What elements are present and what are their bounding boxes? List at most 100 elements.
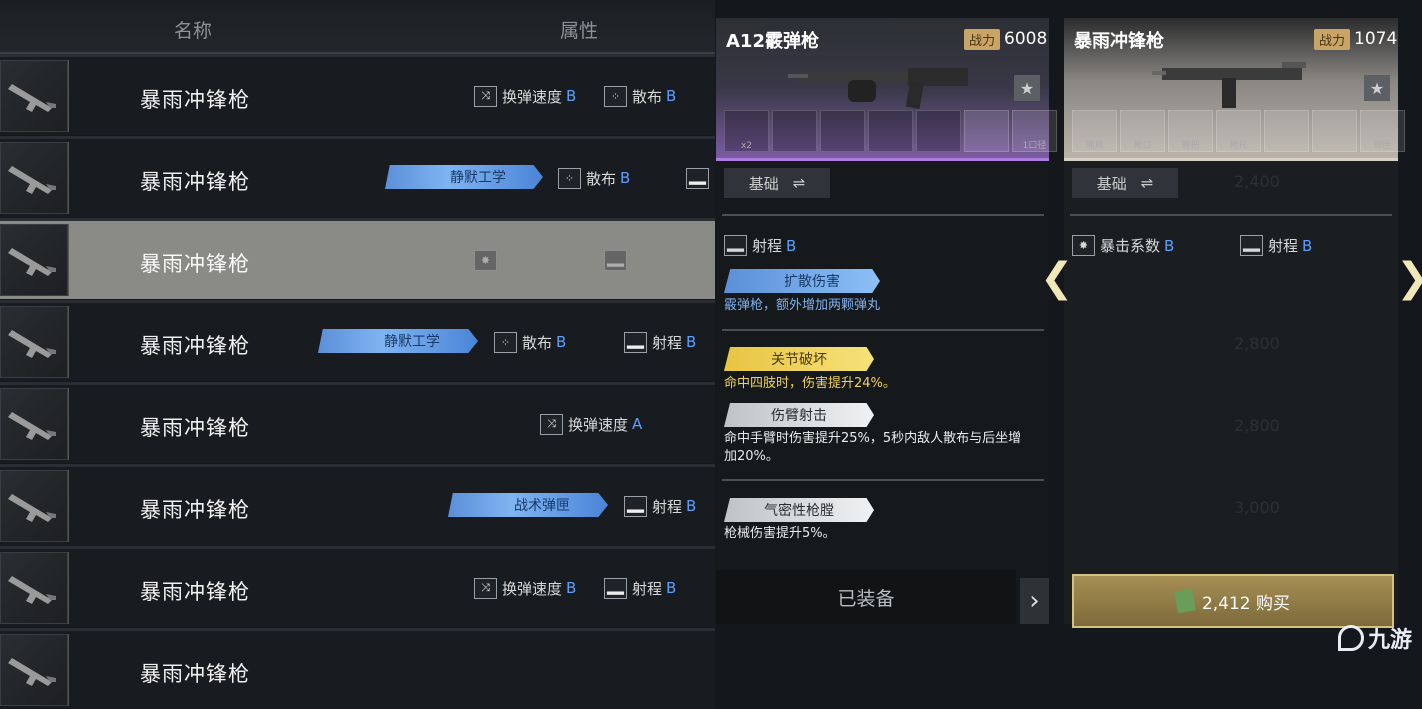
next-arrow-button[interactable]: ❯ (1396, 255, 1422, 301)
attachment-slot[interactable]: 握把 (1168, 110, 1213, 152)
stat-crit: ✸ 暴击系数 B (1072, 235, 1174, 256)
smg-thumbnail-icon (8, 576, 56, 604)
attribute-icon: ⁘ (558, 167, 581, 189)
divider (1070, 214, 1392, 216)
attachment-slot[interactable] (916, 110, 961, 152)
equipped-weapon-panel: A12霰弹枪 战力 6008 ★ x2 1口径 基础 ⇌ ▂▂ 射程 B 扩散伤害 霰… (716, 18, 1057, 624)
basic-toggle-button[interactable]: 基础 ⇌ (724, 168, 830, 198)
perk-tag: 静默工学 (385, 165, 543, 189)
weapon-name: 暴雨冲锋枪 (140, 580, 250, 604)
attachment-slot[interactable] (964, 110, 1009, 152)
panel-next-button[interactable]: › (1020, 578, 1049, 624)
divider (722, 479, 1044, 481)
bg-price: 2,800 (1234, 334, 1280, 353)
swap-icon: ⇌ (792, 174, 806, 192)
watermark-logo: 九游 (1338, 622, 1412, 654)
perk-joint-break: 关节破坏 (724, 347, 874, 371)
attachment-slot[interactable] (868, 110, 913, 152)
power-rating: 战力 1074 (1314, 28, 1397, 50)
perk-spread-damage-desc: 霰弹枪，额外增加两颗弹丸 (724, 298, 881, 313)
weapon-thumbnail (0, 306, 69, 378)
attachment-slot[interactable]: 弹匣 (1360, 110, 1405, 152)
divider (722, 329, 1044, 331)
perk-arm-shot: 伤臂射击 (724, 403, 874, 427)
range-icon: ▂▂ (724, 235, 747, 256)
weapon-row[interactable]: 暴雨冲锋枪 静默工学 ⁘ 散布 B ▂▂ (0, 136, 715, 217)
attribute-icon: ▂▂ (604, 577, 627, 599)
weapon-card-header: A12霰弹枪 战力 6008 ★ x2 1口径 (716, 18, 1057, 161)
attribute-icon: ⁘ (604, 85, 627, 107)
smg-thumbnail-icon (8, 330, 56, 358)
attachment-slot[interactable]: 1口径 (1012, 110, 1057, 152)
attribute-icon: ▂▂ (686, 167, 709, 189)
basic-toggle-button[interactable]: 基础 ⇌ (1072, 168, 1178, 198)
perk-tag: 静默工学 (318, 329, 478, 353)
weapon-row[interactable]: 暴雨冲锋枪 静默工学 ⁘ 散布 B ▂▂ 射程 B (0, 300, 715, 381)
attribute-icon: ⤨ (474, 577, 497, 599)
equipped-status: 已装备 (716, 570, 1016, 624)
shotgun-image (788, 68, 968, 110)
attribute-icon: ▂▂ (624, 331, 647, 353)
attachment-slot[interactable]: 瞄具 (1072, 110, 1117, 152)
stat-range: ▂▂ 射程 B (724, 235, 796, 256)
smg-thumbnail-icon (8, 412, 56, 440)
buy-button[interactable]: 2,412 购买 (1072, 574, 1394, 628)
weapon-row-selected[interactable]: 暴雨冲锋枪 ✸ ▂▂ (0, 218, 715, 299)
power-value: 6008 (1004, 29, 1048, 49)
attribute-tag: ▂▂ (686, 167, 714, 189)
attribute-tag: ▂▂ 射程 B (624, 331, 696, 353)
attribute-tag: ▂▂ 射程 B (624, 495, 696, 517)
attribute-tag: ▂▂ (604, 249, 632, 271)
weapon-thumbnail (0, 388, 69, 460)
power-value: 1074 (1354, 29, 1398, 49)
weapon-row[interactable]: 暴雨冲锋枪 ⤨ 换弹速度 A (0, 382, 715, 463)
smg-thumbnail-icon (8, 658, 56, 686)
weapon-thumbnail (0, 552, 69, 624)
attribute-icon: ▂▂ (624, 495, 647, 517)
weapon-thumbnail (0, 634, 69, 706)
col-name-header: 名称 (174, 20, 213, 42)
favorite-star-button[interactable]: ★ (1014, 75, 1040, 101)
cash-icon (1174, 588, 1196, 614)
attribute-icon: ▂▂ (604, 249, 627, 271)
swap-icon: ⇌ (1140, 174, 1154, 192)
attribute-tag: ⁘ 散布 B (494, 331, 566, 353)
stat-range: ▂▂ 射程 B (1240, 235, 1312, 256)
attachment-slot[interactable]: 枪口 (1120, 110, 1165, 152)
weapon-name: 暴雨冲锋枪 (140, 498, 250, 522)
attribute-tag: ▂▂ 射程 B (604, 577, 676, 599)
attachment-slot[interactable] (1264, 110, 1309, 152)
attribute-tag: ⤨ 换弹速度 B (474, 577, 576, 599)
weapon-thumbnail (0, 470, 69, 542)
crit-icon: ✸ (1072, 235, 1095, 256)
power-rating: 战力 6008 (964, 28, 1047, 50)
smg-thumbnail-icon (8, 166, 56, 194)
list-header: 名称 属性 (0, 0, 715, 54)
weapon-row[interactable]: 暴雨冲锋枪 ⤨ 换弹速度 B ▂▂ 射程 B (0, 546, 715, 627)
attachment-slot[interactable]: x2 (724, 110, 769, 152)
weapon-name: 暴雨冲锋枪 (1074, 31, 1164, 52)
prev-arrow-button[interactable]: ❮ (1040, 255, 1074, 301)
attribute-icon: ✸ (474, 249, 497, 271)
attribute-tag: ✸ (474, 249, 502, 271)
favorite-star-button[interactable]: ★ (1364, 75, 1390, 101)
smg-thumbnail-icon (8, 494, 56, 522)
weapon-row[interactable]: 暴雨冲锋枪 ⤨ 换弹速度 B ⁘ 散布 B (0, 54, 715, 135)
attribute-icon: ⁘ (494, 331, 517, 353)
attribute-icon: ⤨ (540, 413, 563, 435)
attachment-slot[interactable] (820, 110, 865, 152)
weapon-name: 暴雨冲锋枪 (140, 662, 250, 686)
attachment-slot[interactable]: 枪托 (1216, 110, 1261, 152)
weapon-name: 暴雨冲锋枪 (140, 170, 250, 194)
weapon-name: 暴雨冲锋枪 (140, 416, 250, 440)
smg-image (1152, 62, 1306, 108)
attachment-slot[interactable] (772, 110, 817, 152)
weapon-thumbnail (0, 142, 69, 214)
bg-price: 2,800 (1234, 416, 1280, 435)
weapon-row[interactable]: 暴雨冲锋枪 战术弹匣 ▂▂ 射程 B (0, 464, 715, 545)
attachment-slot[interactable] (1312, 110, 1357, 152)
weapon-thumbnail (0, 224, 69, 296)
attachment-slots: 瞄具 枪口 握把 枪托 弹匣 (1072, 110, 1405, 152)
attachment-slots: x2 1口径 (724, 110, 1057, 152)
weapon-row[interactable]: 暴雨冲锋枪 (0, 628, 715, 709)
